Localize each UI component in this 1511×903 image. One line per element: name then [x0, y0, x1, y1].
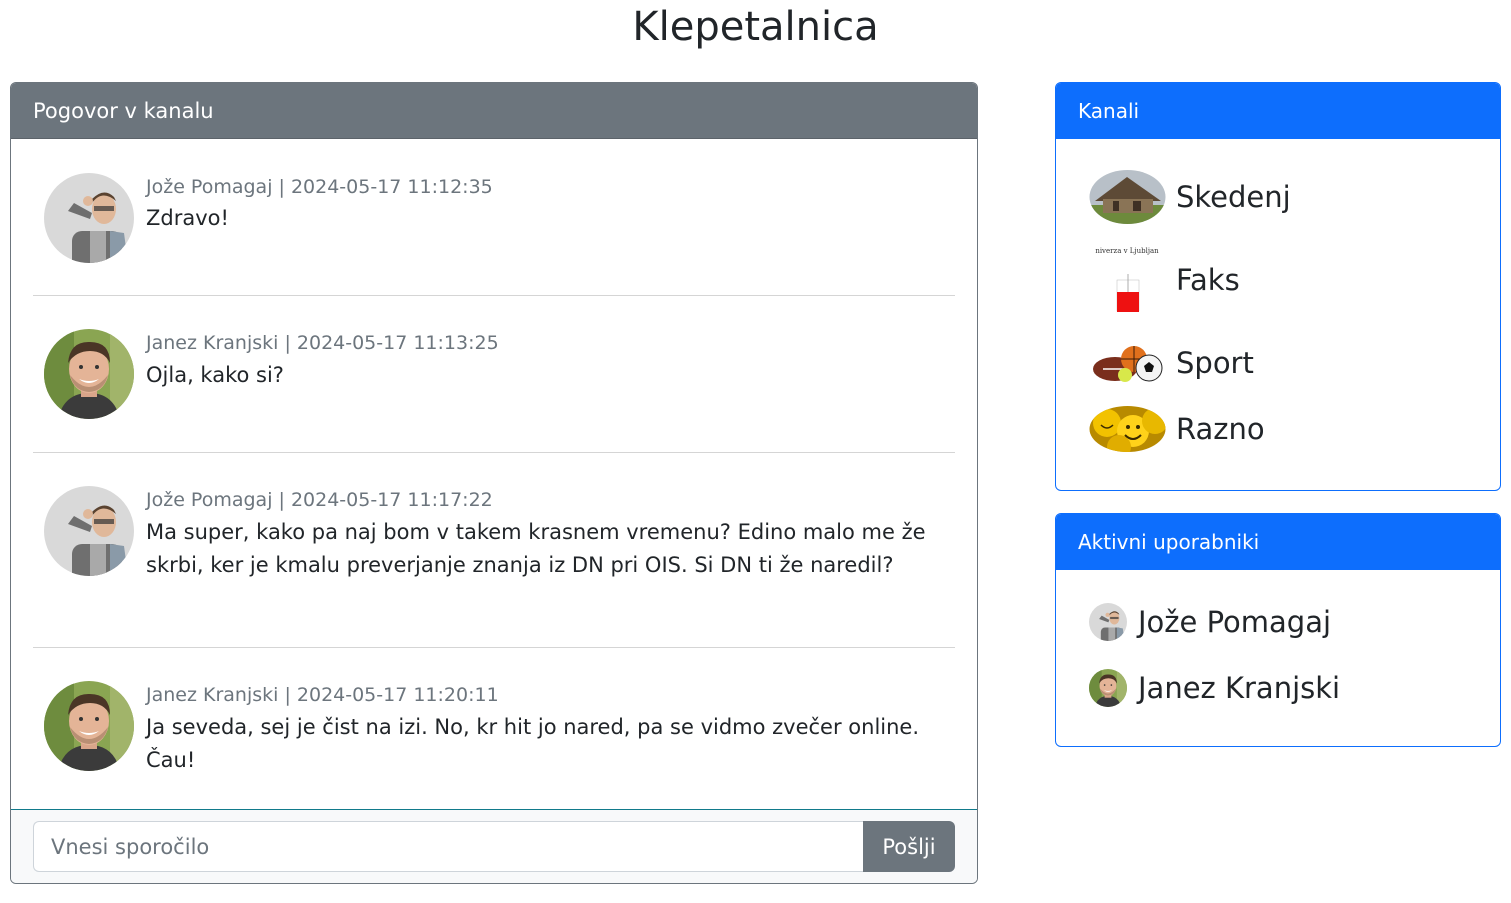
message-item: Janez Kranjski | 2024-05-17 11:20:11 Ja … [33, 648, 955, 808]
channel-item-faks[interactable]: niverza v Ljubljan Faks [1089, 247, 1240, 312]
janez-avatar [44, 329, 134, 419]
message-input[interactable] [33, 821, 863, 872]
chat-header: Pogovor v kanalu [11, 83, 977, 139]
joze-avatar [44, 486, 134, 576]
message-text: Ma super, kako pa naj bom v takem krasne… [146, 520, 926, 577]
janez-avatar [1089, 669, 1127, 707]
chat-panel: Pogovor v kanalu Jože Pomagaj | 2024-05-… [10, 82, 978, 884]
channels-header: Kanali [1056, 83, 1500, 139]
smileys-image [1089, 401, 1166, 457]
user-item-janez: Janez Kranjski [1089, 669, 1340, 707]
barn-image [1089, 169, 1166, 225]
send-button[interactable]: Pošlji [863, 821, 955, 872]
channel-label: Faks [1176, 263, 1240, 297]
message-text: Ja seveda, sej je čist na izi. No, kr hi… [146, 715, 920, 772]
channel-item-skedenj[interactable]: Skedenj [1089, 169, 1291, 225]
faculty-image-caption: niverza v Ljubljan [1095, 247, 1159, 255]
message-item: Jože Pomagaj | 2024-05-17 11:12:35 Zdrav… [33, 139, 955, 296]
channel-label: Skedenj [1176, 180, 1291, 214]
channel-label: Sport [1176, 346, 1254, 380]
channel-item-razno[interactable]: Razno [1089, 401, 1265, 457]
user-label: Jože Pomagaj [1138, 605, 1332, 639]
faculty-image: niverza v Ljubljan [1089, 247, 1166, 312]
message-item: Jože Pomagaj | 2024-05-17 11:17:22 Ma su… [33, 453, 955, 648]
message-meta: Janez Kranjski | 2024-05-17 11:13:25 [146, 332, 499, 354]
janez-avatar [44, 681, 134, 771]
message-meta: Jože Pomagaj | 2024-05-17 11:12:35 [146, 176, 493, 198]
active-users-panel: Aktivni uporabniki Jože Pomagaj Janez Kr… [1055, 513, 1501, 747]
message-item: Janez Kranjski | 2024-05-17 11:13:25 Ojl… [33, 296, 955, 453]
channel-label: Razno [1176, 412, 1265, 446]
message-text: Ojla, kako si? [146, 363, 284, 387]
joze-avatar [44, 173, 134, 263]
message-composer: Pošlji [11, 809, 977, 883]
message-list[interactable]: Jože Pomagaj | 2024-05-17 11:12:35 Zdrav… [11, 139, 977, 809]
page-title: Klepetalnica [632, 4, 879, 50]
user-item-joze: Jože Pomagaj [1089, 603, 1331, 641]
active-users-header: Aktivni uporabniki [1056, 514, 1500, 570]
user-label: Janez Kranjski [1138, 671, 1341, 705]
message-text: Zdravo! [146, 206, 229, 230]
message-meta: Jože Pomagaj | 2024-05-17 11:17:22 [146, 489, 493, 511]
channel-item-sport[interactable]: Sport [1089, 335, 1254, 391]
message-meta: Janez Kranjski | 2024-05-17 11:20:11 [146, 684, 499, 706]
joze-avatar [1089, 603, 1127, 641]
channels-panel: Kanali Skedenj niverza v Ljubljan Faks S… [1055, 82, 1501, 491]
sport-balls-image [1089, 335, 1166, 391]
